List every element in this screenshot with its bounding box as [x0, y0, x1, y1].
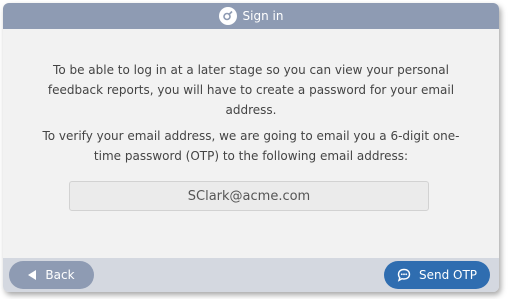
dialog-title: Sign in [242, 9, 284, 23]
dialog-content: To be able to log in at a later stage so… [3, 29, 499, 258]
back-button[interactable]: Back [9, 261, 94, 289]
send-otp-button-label: Send OTP [418, 268, 478, 282]
sign-in-dialog: Sign in To be able to log in at a later … [3, 3, 499, 292]
chat-bubble-icon [397, 268, 411, 282]
password-info-text: To be able to log in at a later stage so… [47, 63, 455, 117]
triangle-left-icon [28, 270, 37, 280]
send-otp-button[interactable]: Send OTP [384, 261, 490, 289]
otp-info-text: To verify your email address, we are goi… [42, 129, 460, 163]
email-field: SClark@acme.com [69, 181, 429, 211]
sign-in-icon [218, 7, 237, 25]
dialog-footer: Back Send OTP [3, 258, 499, 292]
dialog-titlebar: Sign in [3, 3, 499, 29]
back-button-label: Back [45, 268, 75, 282]
